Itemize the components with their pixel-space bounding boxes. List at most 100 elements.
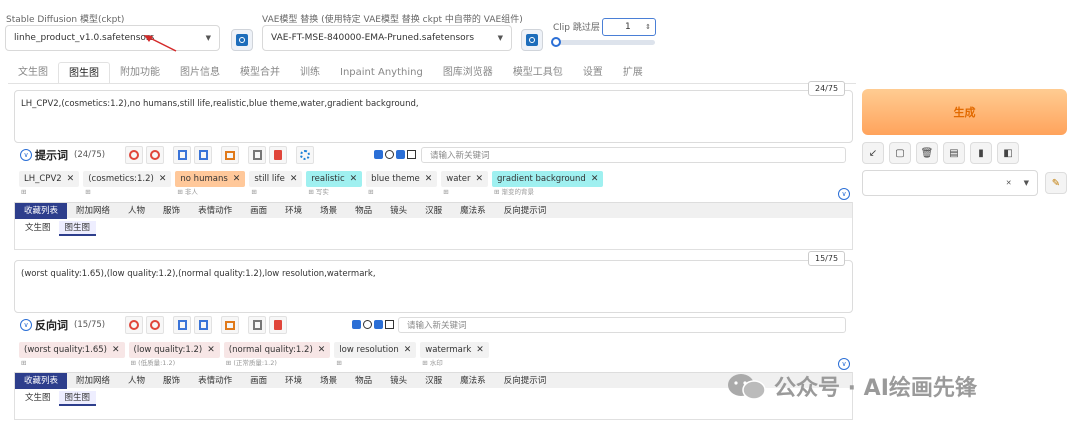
tab-4[interactable]: 模型合并: [230, 62, 290, 84]
prompt-tag[interactable]: watermark ✕ ⊞ 水印: [420, 342, 489, 368]
grid-icon[interactable]: ⊞: [336, 359, 341, 367]
checkbox-icon[interactable]: [352, 320, 361, 329]
category-tab[interactable]: 人物: [119, 203, 154, 219]
grid-icon[interactable]: ⊞: [308, 188, 316, 196]
box-button[interactable]: ◧: [997, 142, 1019, 164]
expand-icon[interactable]: ∨: [838, 358, 850, 370]
translate-icon[interactable]: [125, 316, 144, 334]
category-tab[interactable]: 收藏列表: [15, 372, 68, 389]
tab-3[interactable]: 图片信息: [170, 62, 230, 84]
subtab[interactable]: 文生图: [19, 391, 57, 406]
prompt-tag[interactable]: (worst quality:1.65) ✕ ⊞: [19, 342, 125, 368]
category-tab[interactable]: 物品: [346, 203, 381, 219]
subtab[interactable]: 图生图: [58, 391, 97, 406]
category-tab[interactable]: 场景: [311, 373, 346, 389]
clip-number-input[interactable]: 1 ⇕: [602, 18, 656, 36]
prompt-tag[interactable]: realistic ✕ ⊞ 写实: [306, 171, 363, 197]
vae-refresh-button[interactable]: [521, 29, 543, 51]
history-icon[interactable]: [221, 316, 240, 334]
prompt-tag[interactable]: still life ✕ ⊞: [249, 171, 303, 197]
category-tab[interactable]: 魔法系: [451, 203, 495, 219]
prompt-tag[interactable]: low resolution ✕ ⊞: [334, 342, 417, 368]
remove-tag-icon[interactable]: ✕: [425, 174, 433, 184]
grid-icon[interactable]: ⊞: [21, 188, 26, 196]
grid-icon[interactable]: ⊞: [131, 359, 139, 367]
remove-tag-icon[interactable]: ✕: [159, 174, 167, 184]
category-tab[interactable]: 表情动作: [189, 203, 241, 219]
tab-6[interactable]: Inpaint Anything: [330, 62, 433, 84]
refresh-icon[interactable]: [296, 146, 315, 164]
prompt-tag[interactable]: gradient background ✕ ⊞ 渐变的背景: [492, 171, 604, 197]
category-tab[interactable]: 环境: [276, 373, 311, 389]
tab-8[interactable]: 模型工具包: [503, 62, 573, 84]
remove-tag-icon[interactable]: ✕: [112, 345, 120, 355]
category-tab[interactable]: 附加网络: [67, 203, 119, 219]
grid-icon[interactable]: ⊞: [443, 188, 448, 196]
slider-handle[interactable]: [551, 37, 561, 47]
grid-icon[interactable]: ⊞: [494, 188, 502, 196]
remove-tag-icon[interactable]: ✕: [318, 345, 326, 355]
arrow-button[interactable]: ↙: [862, 142, 884, 164]
category-tab[interactable]: 画面: [241, 203, 276, 219]
negative-textarea[interactable]: (worst quality:1.65),(low quality:1.2),(…: [14, 260, 853, 313]
settings-icon[interactable]: [146, 316, 165, 334]
category-tab[interactable]: 收藏列表: [15, 202, 68, 219]
square-button[interactable]: ▢: [889, 142, 911, 164]
copy-icon[interactable]: [173, 146, 192, 164]
prompt-tag[interactable]: LH_CPV2 ✕ ⊞: [19, 171, 80, 197]
remove-tag-icon[interactable]: ✕: [67, 174, 75, 184]
style-dropdown[interactable]: ✕ ▼: [862, 170, 1038, 196]
clipboard-icon[interactable]: [248, 316, 267, 334]
stepper-icon[interactable]: ⇕: [645, 23, 651, 31]
translate-icon[interactable]: [125, 146, 144, 164]
tab-10[interactable]: 扩展: [613, 62, 653, 84]
grid-icon[interactable]: ⊞: [368, 188, 373, 196]
history-icon[interactable]: [221, 146, 240, 164]
category-tab[interactable]: 反向提示词: [495, 373, 556, 389]
vae-dropdown[interactable]: VAE-FT-MSE-840000-EMA-Pruned.safetensors…: [262, 25, 512, 51]
prompt-tag[interactable]: blue theme ✕ ⊞: [366, 171, 438, 197]
checkbox-icon[interactable]: [374, 320, 383, 329]
prompt-tag[interactable]: (cosmetics:1.2) ✕ ⊞: [83, 171, 172, 197]
grid-icon[interactable]: ⊞: [251, 188, 256, 196]
prompt-tag[interactable]: (normal quality:1.2) ✕ ⊞ (正常质量:1.2): [223, 342, 331, 368]
tab-1[interactable]: 图生图: [58, 62, 110, 84]
grid-icon[interactable]: ⊞: [21, 359, 26, 367]
collapse-icon[interactable]: ∨: [20, 149, 32, 161]
bookmark-icon[interactable]: [194, 316, 213, 334]
category-tab[interactable]: 人物: [119, 373, 154, 389]
tab-9[interactable]: 设置: [573, 62, 613, 84]
collapse-icon[interactable]: ∨: [20, 319, 32, 331]
category-tab[interactable]: 附加网络: [67, 373, 119, 389]
sd-refresh-button[interactable]: [231, 29, 253, 51]
category-tab[interactable]: 汉服: [416, 373, 451, 389]
category-tab[interactable]: 物品: [346, 373, 381, 389]
prompt-tag[interactable]: (low quality:1.2) ✕ ⊞ (低质量:1.2): [128, 342, 220, 368]
clear-icon[interactable]: ✕: [1006, 179, 1012, 187]
settings-icon[interactable]: [146, 146, 165, 164]
subtab[interactable]: 文生图: [19, 221, 57, 236]
subtab[interactable]: 图生图: [58, 221, 97, 236]
remove-tag-icon[interactable]: ✕: [290, 174, 298, 184]
category-tab[interactable]: 服饰: [154, 203, 189, 219]
sd-model-dropdown[interactable]: linhe_product_v1.0.safetensors ▼: [5, 25, 220, 51]
tube-button[interactable]: ▮: [970, 142, 992, 164]
grid-icon[interactable]: ⊞: [177, 188, 185, 196]
prompt-keyword-input[interactable]: 请输入新关键词: [421, 147, 846, 163]
grid-icon[interactable]: ⊞: [422, 359, 430, 367]
remove-tag-icon[interactable]: ✕: [475, 174, 483, 184]
checkbox-icon[interactable]: [396, 150, 405, 159]
bookmark-icon[interactable]: [194, 146, 213, 164]
category-tab[interactable]: 表情动作: [189, 373, 241, 389]
category-tab[interactable]: 汉服: [416, 203, 451, 219]
tab-0[interactable]: 文生图: [8, 62, 58, 84]
apply-style-button[interactable]: ✎: [1045, 172, 1067, 194]
remove-tag-icon[interactable]: ✕: [350, 174, 358, 184]
category-tab[interactable]: 服饰: [154, 373, 189, 389]
trash-icon[interactable]: [269, 146, 288, 164]
generate-button[interactable]: 生成: [862, 89, 1067, 135]
prompt-tag[interactable]: no humans ✕ ⊞ 非人: [175, 171, 246, 197]
expand-icon[interactable]: ∨: [838, 188, 850, 200]
category-tab[interactable]: 镜头: [381, 203, 416, 219]
clip-slider[interactable]: [551, 37, 655, 47]
